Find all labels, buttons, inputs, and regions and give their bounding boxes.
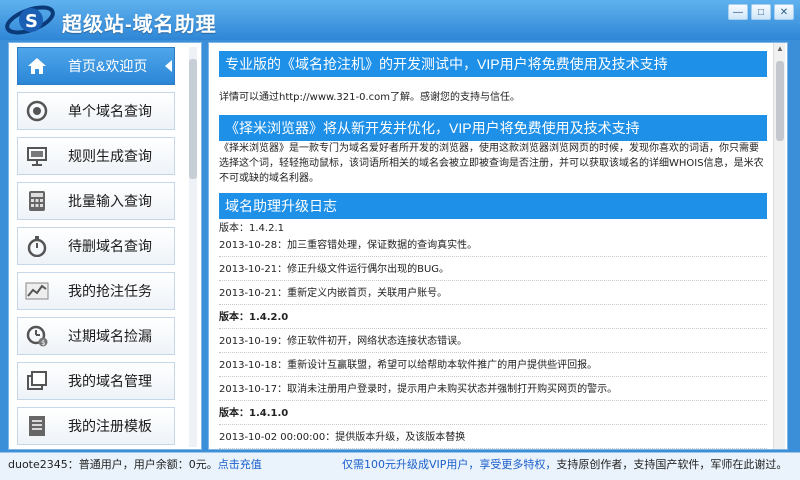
log-version: 版本：1.4.1.0	[219, 403, 767, 425]
sidebar-item-batch-query[interactable]: 批量输入查询	[17, 182, 175, 220]
sidebar-item-label: 批量输入查询	[68, 193, 152, 209]
maximize-button[interactable]: □	[751, 4, 771, 20]
sidebar-item-home[interactable]: 首页&欢迎页	[17, 47, 175, 85]
vip-promo-link[interactable]: 仅需100元升级成VIP用户，享受更多特权，	[342, 458, 556, 471]
log-entry: 2013-10-17：取消未注册用户登录时，提示用户未购买状态并强制打开购买网页…	[219, 379, 767, 401]
sidebar-scroll-thumb[interactable]	[189, 59, 197, 179]
log-version: 版本：1.4.2.0	[219, 307, 767, 329]
user-info: duote2345：普通用户，用户余额：0元。	[8, 458, 218, 471]
main-scroll-thumb[interactable]	[776, 61, 784, 141]
log-entry: 2013-10-18：重新设计互赢联盟，希望可以给帮助本软件推广的用户提供些评回…	[219, 355, 767, 377]
section-body: 《择米浏览器》是一款专门为域名爱好者所开发的浏览器，使用这款浏览器浏览网页的时候…	[219, 143, 764, 184]
main-content: 专业版的《域名抢注机》的开发测试中，VIP用户将免费使用及技术支持 详情可以通过…	[208, 42, 788, 450]
window-title: 超级站-域名助理	[62, 14, 217, 36]
app-logo-icon: S	[5, 5, 55, 35]
sidebar-item-expired-domains[interactable]: $ 过期域名捡漏	[17, 317, 175, 355]
log-entry: 2013-10-21：修正升级文件运行偶尔出现的BUG。	[219, 259, 767, 281]
sidebar-item-label: 首页&欢迎页	[68, 58, 148, 74]
main-scrollbar[interactable]: ▲	[773, 43, 785, 449]
section-body: 详情可以通过http://www.321-0.com了解。感谢您的支持与信任。	[219, 92, 521, 103]
sidebar-item-label: 我的注册模板	[68, 418, 152, 434]
support-message: 支持原创作者，支持国产软件，军师在此谢过。	[556, 458, 788, 471]
home-icon	[18, 48, 56, 84]
svg-text:$: $	[41, 339, 45, 347]
sidebar-item-label: 单个域名查询	[68, 103, 152, 119]
sidebar-item-label: 过期域名捡漏	[68, 328, 152, 344]
user-status: duote2345：普通用户，用户余额：0元。点击充值	[8, 456, 262, 474]
sidebar-item-label: 规则生成查询	[68, 148, 152, 164]
log-entry: 2013-10-21：重新定义内嵌首页，关联用户账号。	[219, 283, 767, 305]
active-indicator-icon	[165, 60, 172, 72]
title-bar: S 超级站-域名助理 — □ ✕	[0, 0, 800, 40]
sidebar-item-my-domains[interactable]: 我的域名管理	[17, 362, 175, 400]
sidebar-item-my-tasks[interactable]: 我的抢注任务	[17, 272, 175, 310]
log-entry: 2013-10-28：加三重容错处理，保证数据的查询真实性。	[219, 235, 767, 257]
sidebar-item-label: 待删域名查询	[68, 238, 152, 254]
sidebar-item-label: 我的域名管理	[68, 373, 152, 389]
sidebar-item-label: 我的抢注任务	[68, 283, 152, 299]
clock-dollar-icon: $	[18, 318, 56, 354]
chart-icon	[18, 273, 56, 309]
status-message: 仅需100元升级成VIP用户，享受更多特权，支持原创作者，支持国产软件，军师在此…	[342, 456, 787, 474]
window-controls: — □ ✕	[728, 4, 794, 20]
section-heading: 《择米浏览器》将从新开发并优化，VIP用户将免费使用及技术支持	[219, 115, 767, 141]
svg-text:S: S	[25, 11, 38, 32]
log-entry: 2013-10-19：修正软件初开，网络状态连接状态错误。	[219, 331, 767, 353]
section-heading: 专业版的《域名抢注机》的开发测试中，VIP用户将免费使用及技术支持	[219, 51, 767, 77]
sidebar-item-single-query[interactable]: 单个域名查询	[17, 92, 175, 130]
windows-icon	[18, 363, 56, 399]
minimize-button[interactable]: —	[728, 4, 748, 20]
sidebar-item-pending-delete[interactable]: 待删域名查询	[17, 227, 175, 265]
log-entry: 2013-10-02 00:00:00：提供版本升级，及该版本替换	[219, 427, 767, 449]
recharge-link[interactable]: 点击充值	[218, 458, 262, 471]
status-bar: duote2345：普通用户，用户余额：0元。点击充值 仅需100元升级成VIP…	[0, 452, 800, 480]
sidebar-item-rule-query[interactable]: 规则生成查询	[17, 137, 175, 175]
sidebar: 首页&欢迎页 单个域名查询 规则生成查询 批量输入查询 待删域名查询 我的抢注任…	[8, 42, 202, 450]
close-button[interactable]: ✕	[774, 4, 794, 20]
calculator-icon	[18, 183, 56, 219]
stopwatch-icon	[18, 228, 56, 264]
sidebar-scrollbar[interactable]	[189, 47, 197, 447]
target-icon	[18, 93, 56, 129]
sidebar-item-register-template[interactable]: 我的注册模板	[17, 407, 175, 445]
template-icon	[18, 408, 56, 444]
section-heading: 域名助理升级日志	[219, 193, 767, 219]
scroll-up-icon[interactable]: ▲	[774, 43, 786, 55]
presentation-icon	[18, 138, 56, 174]
